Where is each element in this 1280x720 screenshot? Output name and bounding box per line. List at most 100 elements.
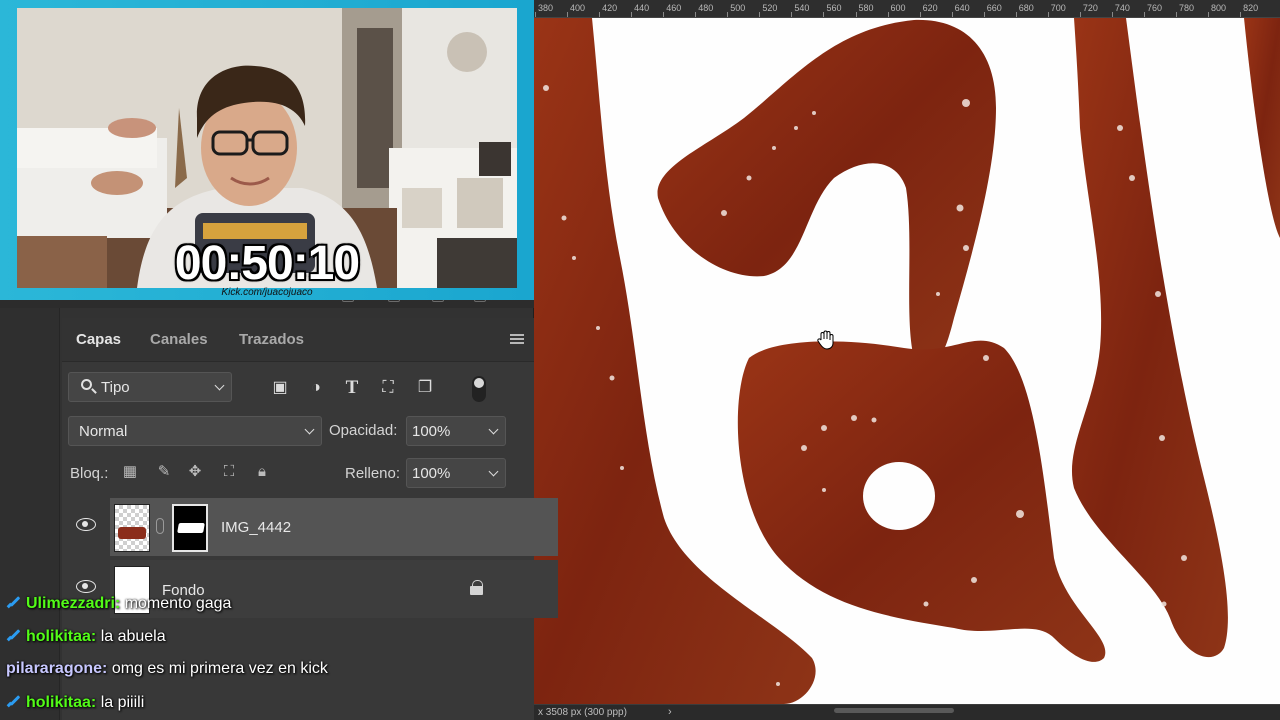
ruler-tick-mark [567,12,569,17]
ruler-tick-mark [791,12,793,17]
ruler-tick-label: 600 [890,3,906,13]
opacity-label: Opacidad: [329,422,398,439]
ruler-tick-label: 400 [570,3,586,13]
filter-toggle-switch[interactable] [472,376,486,402]
tab-trazados[interactable]: Trazados [239,331,304,348]
ruler-tick-mark [855,12,857,17]
ruler-tick-label: 520 [762,3,778,13]
ruler-tick-label: 780 [1179,3,1195,13]
search-icon [81,379,92,390]
layer-filter-row: Tipo ▣ ◑ T ⛶ ❐ [62,370,534,406]
filter-kind-value: Tipo [101,379,130,396]
ruler-tick-mark [1079,12,1081,17]
chat-overlay: Ulimezzadri: momento gaga holikitaa: la a… [0,590,534,720]
fill-field[interactable]: 100% [406,458,506,488]
ruler-tick-mark [951,12,953,17]
verified-badge-icon [6,693,22,709]
ruler-tick-mark [1143,12,1145,17]
filter-kind-select[interactable]: Tipo [68,372,232,402]
ruler-tick-mark [1176,12,1177,17]
chat-message-text: la abuela [100,628,166,645]
document-size-text: x 3508 px (300 ppp) [538,707,627,718]
stream-timer: 00:50:10 [174,237,360,290]
chat-message: holikitaa: la abuela [6,627,166,646]
ruler-tick-mark [663,12,665,17]
ruler-tick-label: 660 [986,3,1002,13]
ruler-tick-label: 640 [954,3,970,13]
webcam-overlay: 00:50:10 Kick.com/juacojuaco [0,0,534,300]
ruler-tick-label: 680 [1018,3,1034,13]
shape-filter-icon[interactable]: ⛶ [378,378,398,398]
type-filter-icon[interactable]: T [342,378,362,398]
lock-position-move-icon[interactable]: ✥ [185,462,205,482]
lock-pixels-brush-icon[interactable]: ✎ [154,462,174,482]
layer-row-img-4442[interactable]: IMG_4442 [76,498,558,556]
lock-artboard-icon[interactable]: ⛶ [219,462,239,482]
chevron-down-icon [488,466,499,477]
ruler-tick-label: 580 [858,3,874,13]
ruler-tick-mark [759,12,761,17]
fill-label: Relleno: [345,465,401,482]
ruler-tick-mark [535,12,536,17]
chat-message-text: la piiili [100,694,145,711]
lock-all-icon[interactable]: 🔒︎ [252,462,272,482]
ruler-tick-mark [631,12,633,17]
status-menu-chevron-icon[interactable]: › [668,706,672,718]
visibility-eye-icon[interactable] [76,518,96,531]
chat-username[interactable]: pilararagone: [6,660,107,677]
smart-object-filter-icon[interactable]: ❐ [415,378,435,398]
ruler-tick-label: 500 [730,3,746,13]
ruler-tick-label: 740 [1114,3,1130,13]
panel-menu-icon[interactable] [510,334,524,344]
channel-url: Kick.com/juacojuaco [221,287,313,298]
ruler-tick-label: 800 [1211,3,1227,13]
verified-badge-icon [6,627,22,643]
layer-mask-thumbnail[interactable] [172,504,208,552]
opacity-value: 100% [412,423,451,440]
ruler-tick-mark [1015,12,1017,17]
tab-capas[interactable]: Capas [76,331,121,348]
chevron-down-icon [304,424,315,435]
ruler-tick-label: 540 [794,3,810,13]
chat-message: Ulimezzadri: momento gaga [6,594,231,613]
chat-message: pilararagone: omg es mi primera vez en k… [6,660,328,678]
ruler-tick-mark [727,12,729,17]
horizontal-scrollbar[interactable] [834,708,954,713]
horizontal-ruler[interactable]: 380 400 420 440 460 480 500 520 540 560 580 600 620 6… [534,0,1280,18]
ruler-tick-mark [823,12,825,17]
canvas-artwork[interactable] [534,18,1280,704]
blend-mode-value: Normal [79,423,128,440]
chat-username[interactable]: holikitaa: [26,628,96,645]
chat-username[interactable]: Ulimezzadri: [26,595,120,612]
chevron-down-icon [214,380,225,391]
lock-label: Bloq.: [70,465,109,482]
ruler-tick-label: 480 [698,3,714,13]
screen: 380 400 420 440 460 480 500 520 540 560 580 600 620 6… [0,0,1280,720]
lock-row: Bloq.: ▦ ✎ ✥ ⛶ 🔒︎ Relleno: 100% [62,456,534,490]
ruler-tick-label: 720 [1082,3,1098,13]
ruler-tick-mark [1111,12,1113,17]
opacity-field[interactable]: 100% [406,416,506,446]
blend-mode-select[interactable]: Normal [68,416,322,446]
ruler-tick-mark [1208,12,1210,17]
ruler-tick-mark [695,12,697,17]
layers-panel-tabs: Capas Canales Trazados [62,318,534,362]
lock-transparency-icon[interactable]: ▦ [120,462,140,482]
ruler-tick-mark [887,12,889,17]
chat-username[interactable]: holikitaa: [26,694,96,711]
chat-message: holikitaa: la piiili [6,693,144,712]
ruler-tick-mark [1047,12,1049,17]
ruler-tick-mark [919,12,921,17]
tab-canales[interactable]: Canales [150,331,208,348]
ruler-tick-label: 380 [538,3,554,13]
fill-value: 100% [412,465,451,482]
image-filter-icon[interactable]: ▣ [270,378,290,398]
ruler-tick-label: 820 [1243,3,1259,13]
adjustment-filter-icon[interactable]: ◑ [306,378,326,398]
verified-badge-icon [6,594,22,610]
layer-name[interactable]: IMG_4442 [221,519,291,536]
document-canvas-area[interactable]: 380 400 420 440 460 480 500 520 540 560 580 600 620 6… [534,0,1280,720]
mask-link-chain-icon[interactable] [156,518,164,534]
ruler-tick-label: 560 [826,3,842,13]
ruler-tick-label: 760 [1146,3,1162,13]
